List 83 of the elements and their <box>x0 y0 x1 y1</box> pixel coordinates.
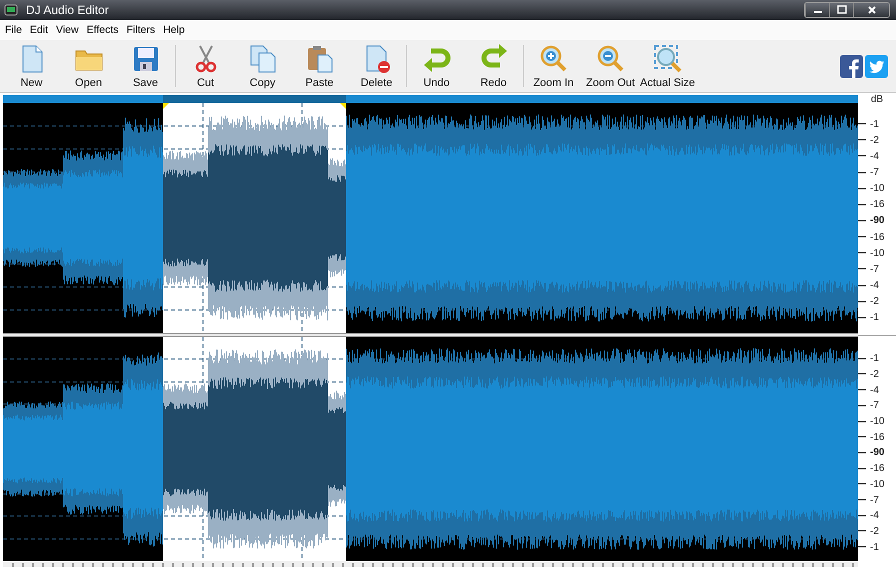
scale-label: -1 <box>870 118 879 130</box>
scale-label: -4 <box>870 280 879 292</box>
scale-label: -1 <box>870 353 879 364</box>
tick-mark <box>858 468 866 470</box>
menu-item[interactable]: Edit <box>30 24 48 36</box>
scale-label: -2 <box>870 368 879 380</box>
tick-mark <box>858 452 866 454</box>
tick-mark <box>858 236 866 238</box>
scale-label: -4 <box>870 510 879 522</box>
toolbar-button[interactable]: Undo <box>408 41 465 91</box>
maximize-button[interactable] <box>829 3 853 17</box>
tick-mark <box>858 139 866 142</box>
close-icon <box>866 5 876 15</box>
toolbar-button[interactable]: Delete <box>348 41 405 91</box>
toolbar-button[interactable]: Cut <box>177 41 234 91</box>
tick-mark <box>858 300 866 303</box>
tick-mark <box>858 389 866 392</box>
scale-label: -16 <box>870 232 884 243</box>
tick-mark <box>858 436 866 438</box>
scale-label: -2 <box>870 296 879 308</box>
toolbar-button[interactable]: Zoom Out <box>582 41 639 91</box>
scale-label: -4 <box>870 384 879 396</box>
tick-mark <box>858 483 866 486</box>
toolbar-button[interactable]: Open <box>60 41 117 91</box>
scale-label: -16 <box>870 199 884 210</box>
scale-label: -90 <box>870 447 884 458</box>
scale-label: -7 <box>870 494 879 506</box>
scale-label: -4 <box>870 150 879 162</box>
menu-item[interactable]: File <box>5 24 22 36</box>
scale-label: -10 <box>870 416 884 428</box>
scale-label: -10 <box>870 478 884 490</box>
waveform-drawing[interactable] <box>3 103 858 333</box>
scale-label: -7 <box>870 400 879 412</box>
tick-mark <box>858 514 866 517</box>
scale-label: -7 <box>870 264 879 275</box>
toolbar-button[interactable]: New <box>3 41 60 91</box>
tick-mark <box>858 252 866 254</box>
close-button[interactable] <box>853 3 889 17</box>
tick-mark <box>858 155 866 158</box>
scale-label: -1 <box>870 312 879 324</box>
scale-label: -2 <box>870 134 879 146</box>
toolbar-button[interactable]: Paste <box>291 41 348 91</box>
toolbar-button[interactable]: Copy <box>234 41 291 91</box>
maximize-icon <box>836 5 846 15</box>
tick-mark <box>858 530 866 532</box>
tick-mark <box>858 358 866 360</box>
menu-item[interactable]: Help <box>163 24 185 36</box>
scale-label: -1 <box>870 542 879 553</box>
tick-mark <box>858 499 866 502</box>
menu-item[interactable]: Effects <box>86 24 118 36</box>
toolbar-button[interactable]: Actual Size <box>639 41 696 91</box>
window-title: DJ Audio Editor <box>26 3 109 17</box>
tick-mark <box>858 220 866 222</box>
scale-label: -7 <box>870 167 879 178</box>
scale-label: -90 <box>870 215 884 226</box>
toolbar-button[interactable]: Redo <box>465 41 522 91</box>
tick-mark <box>858 268 866 270</box>
tick-mark <box>858 316 866 319</box>
toolbar-button[interactable]: Save <box>117 41 174 91</box>
tick-mark <box>858 420 866 423</box>
scale-label: -10 <box>870 248 884 259</box>
facebook-icon[interactable] <box>840 54 863 78</box>
unit-label: dB <box>870 95 884 105</box>
minimize-button[interactable] <box>805 3 829 17</box>
scale-label: -16 <box>870 463 884 474</box>
tick-mark <box>858 546 866 548</box>
tick-mark <box>858 123 866 126</box>
app-icon <box>4 4 18 16</box>
tick-mark <box>858 404 866 407</box>
tick-mark <box>858 172 866 174</box>
magnifier-frame-icon <box>652 43 684 75</box>
toolbar-button[interactable]: Zoom In <box>525 41 582 91</box>
bird-icon[interactable] <box>865 54 888 78</box>
menu-item[interactable]: Filters <box>126 24 156 36</box>
tick-mark <box>858 373 866 376</box>
tick-mark <box>858 284 866 287</box>
tick-mark <box>858 188 866 190</box>
scale-label: -2 <box>870 526 879 537</box>
waveform-drawing[interactable] <box>3 337 858 561</box>
tick-mark <box>858 204 866 206</box>
menu-item[interactable]: View <box>56 24 79 36</box>
scale-label: -16 <box>870 432 884 443</box>
scale-label: -10 <box>870 183 884 194</box>
